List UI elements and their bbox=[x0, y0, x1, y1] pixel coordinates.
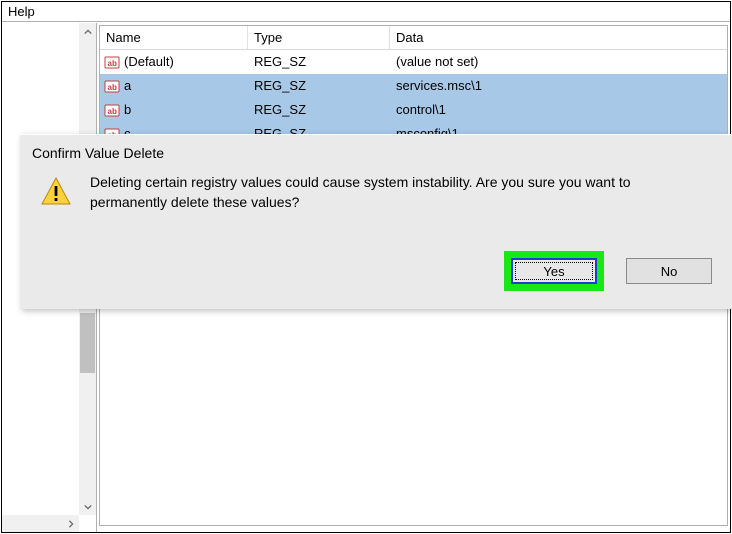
scroll-right-icon[interactable] bbox=[62, 515, 79, 532]
cell-name: ab a bbox=[100, 74, 248, 98]
reg-string-icon: ab bbox=[104, 102, 120, 118]
svg-text:ab: ab bbox=[108, 83, 117, 92]
confirm-delete-dialog: Confirm Value Delete Deleting certain re… bbox=[20, 134, 732, 309]
cell-data: (value not set) bbox=[390, 50, 727, 74]
column-header-type[interactable]: Type bbox=[248, 26, 390, 49]
tree-horizontal-scrollbar[interactable] bbox=[2, 515, 79, 532]
value-name: b bbox=[124, 98, 131, 122]
menubar: Help bbox=[2, 2, 730, 22]
cell-type: REG_SZ bbox=[248, 98, 390, 122]
no-button[interactable]: No bbox=[626, 258, 712, 284]
table-row[interactable]: ab aREG_SZservices.msc\1 bbox=[100, 74, 727, 98]
column-header-data[interactable]: Data bbox=[390, 26, 727, 49]
svg-text:ab: ab bbox=[108, 59, 117, 68]
cell-name: ab (Default) bbox=[100, 50, 248, 74]
cell-type: REG_SZ bbox=[248, 74, 390, 98]
value-name: (Default) bbox=[124, 50, 174, 74]
cell-data: services.msc\1 bbox=[390, 74, 727, 98]
svg-text:ab: ab bbox=[108, 107, 117, 116]
column-header-name[interactable]: Name bbox=[100, 26, 248, 49]
table-row[interactable]: ab (Default)REG_SZ(value not set) bbox=[100, 50, 727, 74]
dialog-buttons: Yes No bbox=[504, 251, 712, 291]
value-name: a bbox=[124, 74, 131, 98]
yes-button[interactable]: Yes bbox=[511, 258, 597, 284]
highlight-marker: Yes bbox=[504, 251, 604, 291]
menu-help[interactable]: Help bbox=[4, 2, 39, 21]
reg-string-icon: ab bbox=[104, 78, 120, 94]
cell-type: REG_SZ bbox=[248, 50, 390, 74]
list-header[interactable]: Name Type Data bbox=[100, 26, 727, 50]
table-row[interactable]: ab bREG_SZcontrol\1 bbox=[100, 98, 727, 122]
warning-icon bbox=[40, 175, 72, 207]
cell-name: ab b bbox=[100, 98, 248, 122]
dialog-title: Confirm Value Delete bbox=[20, 135, 732, 169]
dialog-message: Deleting certain registry values could c… bbox=[90, 173, 724, 212]
scroll-thumb[interactable] bbox=[80, 313, 95, 373]
dialog-body: Deleting certain registry values could c… bbox=[20, 169, 732, 212]
reg-string-icon: ab bbox=[104, 54, 120, 70]
scroll-down-icon[interactable] bbox=[79, 498, 96, 515]
cell-data: control\1 bbox=[390, 98, 727, 122]
scroll-up-icon[interactable] bbox=[79, 23, 96, 40]
